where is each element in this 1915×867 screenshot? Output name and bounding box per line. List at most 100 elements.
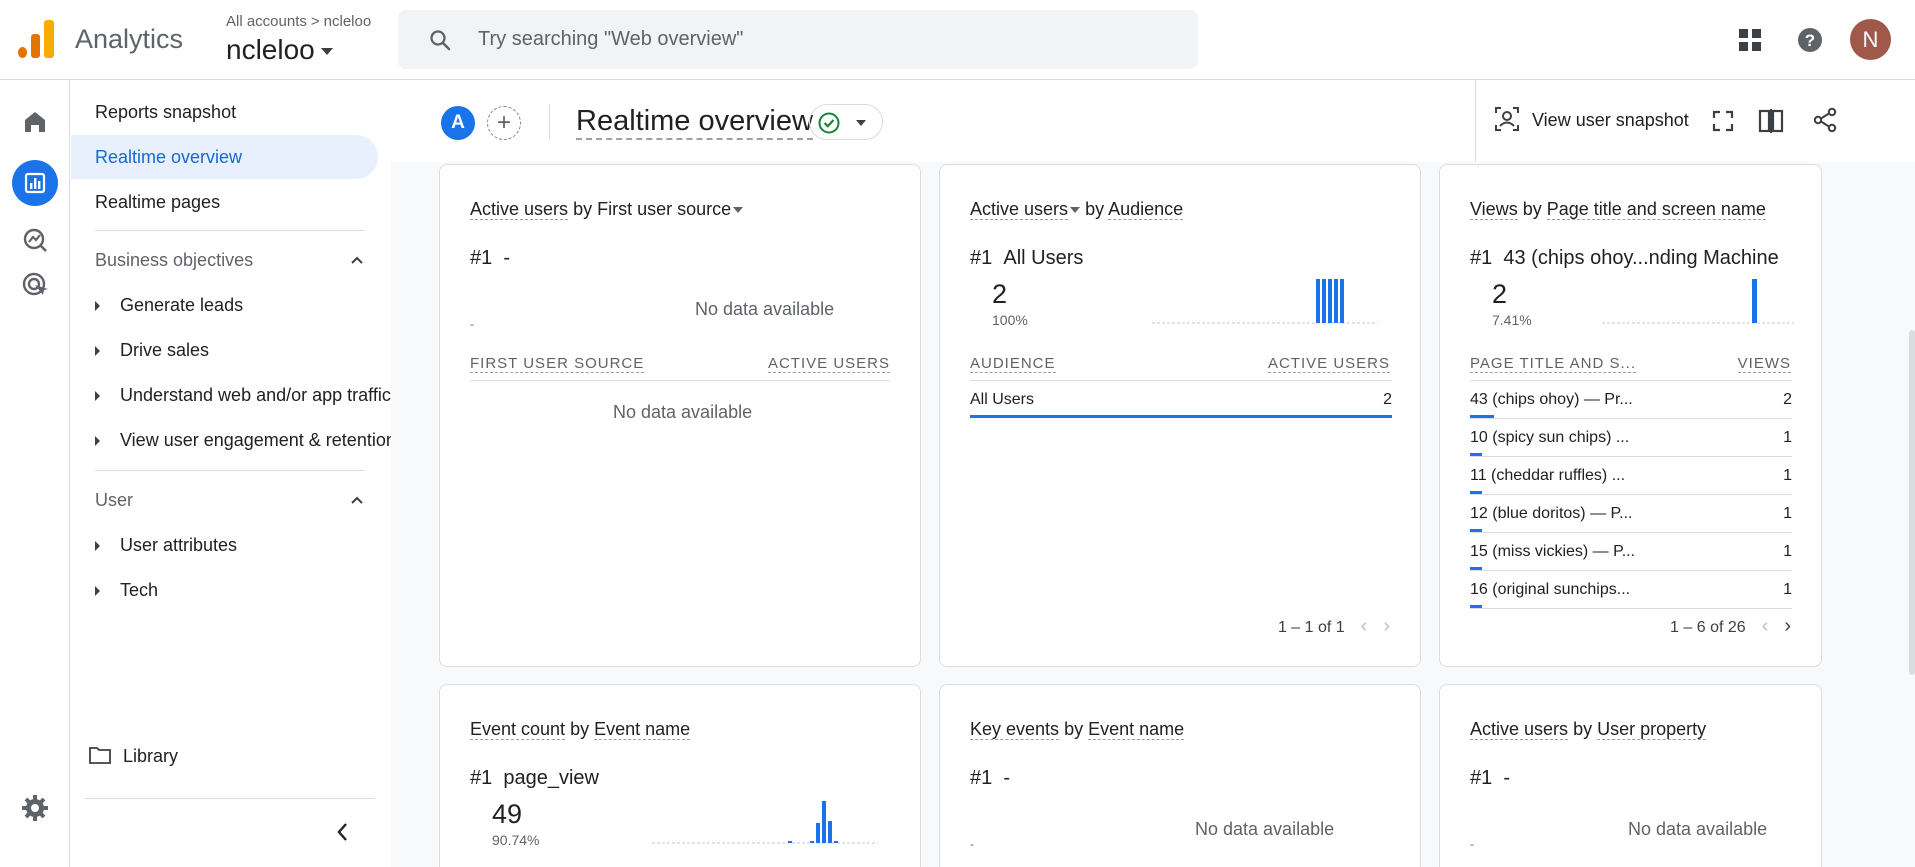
dimension-label[interactable]: First user source <box>597 199 731 219</box>
nav-realtime-overview[interactable]: Realtime overview <box>71 135 378 179</box>
chevron-up-icon[interactable] <box>349 492 365 508</box>
account-picker[interactable]: ncleloo <box>226 34 333 66</box>
expand-arrow-icon <box>95 391 100 402</box>
comparison-chip[interactable]: A <box>441 106 475 140</box>
card-title[interactable]: Event count by Event name <box>470 719 691 740</box>
scrollbar[interactable] <box>1909 330 1915 675</box>
nav-realtime-pages[interactable]: Realtime pages <box>71 180 378 224</box>
breadcrumb-root[interactable]: All accounts <box>226 13 307 30</box>
metric-label[interactable]: Active users <box>470 199 569 220</box>
metric-label[interactable]: Event count <box>470 719 566 740</box>
dimension-label[interactable]: Audience <box>1108 199 1184 220</box>
card-event-count: Event count by Event name #1 page_view 4… <box>439 684 921 867</box>
card-title[interactable]: Views by Page title and screen name <box>1470 199 1766 220</box>
breadcrumb[interactable]: All accounts > ncleloo <box>226 13 371 30</box>
metric-label[interactable]: Views <box>1470 199 1518 220</box>
main-content: A + Realtime overview View user snapshot… <box>391 80 1915 867</box>
page-title: Realtime overview <box>576 104 813 140</box>
data-quality-chip[interactable] <box>809 104 883 140</box>
prev-page-icon[interactable]: ‹ <box>1361 615 1368 638</box>
row-label: 12 (blue doritos) — P... <box>1470 505 1633 522</box>
next-page-icon[interactable]: › <box>1383 615 1390 638</box>
card-title[interactable]: Key events by Event name <box>970 719 1185 740</box>
rank-number: #1 <box>970 767 993 789</box>
nav-reports-snapshot[interactable]: Reports snapshot <box>71 90 378 134</box>
table-row[interactable]: 43 (chips ohoy) — Pr... 2 <box>1470 381 1792 419</box>
folder-icon <box>89 747 111 764</box>
column-header-audience[interactable]: AUDIENCE <box>970 355 1056 373</box>
card-user-property: Active users by User property #1 - - No … <box>1439 684 1822 867</box>
reports-icon[interactable] <box>15 163 55 203</box>
home-icon[interactable] <box>15 102 55 142</box>
nav-sub-label: Generate leads <box>120 295 244 315</box>
top-rank: #1 - <box>970 767 1010 790</box>
breadcrumb-current[interactable]: ncleloo <box>324 13 372 30</box>
dimension-label[interactable]: User property <box>1597 719 1707 740</box>
card-title[interactable]: Active users by User property <box>1470 719 1707 740</box>
metric-dropdown-icon[interactable] <box>1070 207 1081 214</box>
prev-page-icon[interactable]: ‹ <box>1762 615 1769 638</box>
search-bar[interactable]: Try searching "Web overview" <box>398 10 1198 69</box>
gear-icon[interactable] <box>15 788 55 828</box>
row-share-bar <box>1470 605 1482 608</box>
help-icon[interactable]: ? <box>1797 27 1823 53</box>
nav-divider <box>95 470 365 471</box>
table-row[interactable]: 10 (spicy sun chips) ... 1 <box>1470 419 1792 457</box>
row-label: 10 (spicy sun chips) ... <box>1470 429 1630 446</box>
nav-understand-traffic[interactable]: Understand web and/or app traffic <box>95 385 395 406</box>
nav-sub-label: Tech <box>120 580 159 600</box>
nav-sub-label: Drive sales <box>120 340 210 360</box>
dimension-label[interactable]: Event name <box>594 719 691 740</box>
nav-tech[interactable]: Tech <box>95 580 385 601</box>
sparkline-bar <box>788 841 792 843</box>
account-name: ncleloo <box>226 34 315 65</box>
table-row[interactable]: 12 (blue doritos) — P... 1 <box>1470 495 1792 533</box>
account-avatar[interactable]: N <box>1850 19 1891 60</box>
toolbar-actions: View user snapshot <box>1475 80 1915 162</box>
chevron-up-icon[interactable] <box>349 252 365 268</box>
card-title[interactable]: Active users by First user source <box>470 199 744 220</box>
add-comparison-button[interactable]: + <box>487 106 521 140</box>
column-header-source[interactable]: FIRST USER SOURCE <box>470 355 645 373</box>
metric-label[interactable]: Key events <box>970 719 1060 740</box>
table-row[interactable]: 15 (miss vickies) — P... 1 <box>1470 533 1792 571</box>
nav-library[interactable]: Library <box>89 746 178 767</box>
explore-icon[interactable] <box>15 220 55 260</box>
column-header-active-users[interactable]: ACTIVE USERS <box>767 355 890 373</box>
share-icon[interactable] <box>1812 107 1838 133</box>
column-header-active-users[interactable]: ACTIVE USERS <box>1267 355 1390 373</box>
search-input[interactable]: Try searching "Web overview" <box>478 28 743 51</box>
row-value: 1 <box>1783 467 1792 484</box>
expand-arrow-icon <box>95 586 100 597</box>
row-value: 2 <box>1783 391 1792 408</box>
dimension-label[interactable]: Event name <box>1088 719 1185 740</box>
row-share-bar <box>1470 529 1482 532</box>
metric-label[interactable]: Active users <box>970 199 1069 220</box>
card-title[interactable]: Active users by Audience <box>970 199 1184 220</box>
column-header-views[interactable]: VIEWS <box>1737 355 1791 373</box>
section-business-objectives[interactable]: Business objectives <box>95 250 365 271</box>
metric-label[interactable]: Active users <box>1470 719 1569 740</box>
advertising-icon[interactable] <box>15 265 55 305</box>
nav-generate-leads[interactable]: Generate leads <box>95 295 385 316</box>
compare-view-icon[interactable] <box>1758 108 1784 134</box>
table-row[interactable]: 11 (cheddar ruffles) ... 1 <box>1470 457 1792 495</box>
dimension-dropdown-icon[interactable] <box>733 207 744 214</box>
table-row[interactable]: All Users 2 <box>970 381 1392 419</box>
collapse-chevron-icon[interactable] <box>333 820 353 844</box>
nav-drive-sales[interactable]: Drive sales <box>95 340 385 361</box>
apps-grid-icon[interactable] <box>1738 28 1762 52</box>
nav-view-engagement[interactable]: View user engagement & retention <box>95 430 395 451</box>
view-user-snapshot-button[interactable]: View user snapshot <box>1494 106 1689 132</box>
analytics-logo-icon[interactable] <box>18 20 54 58</box>
dimension-label[interactable]: Page title and screen name <box>1546 199 1766 220</box>
nav-user-attributes[interactable]: User attributes <box>95 535 385 556</box>
user-snapshot-icon <box>1495 107 1519 131</box>
fullscreen-icon[interactable] <box>1712 110 1734 132</box>
column-header-page-title[interactable]: PAGE TITLE AND S... <box>1470 355 1636 373</box>
table-row[interactable]: 16 (original sunchips... 1 <box>1470 571 1792 609</box>
section-user[interactable]: User <box>95 490 365 511</box>
next-page-icon[interactable]: › <box>1784 615 1791 638</box>
sparkline-bar <box>1334 279 1338 323</box>
by-label: by <box>1064 719 1084 739</box>
